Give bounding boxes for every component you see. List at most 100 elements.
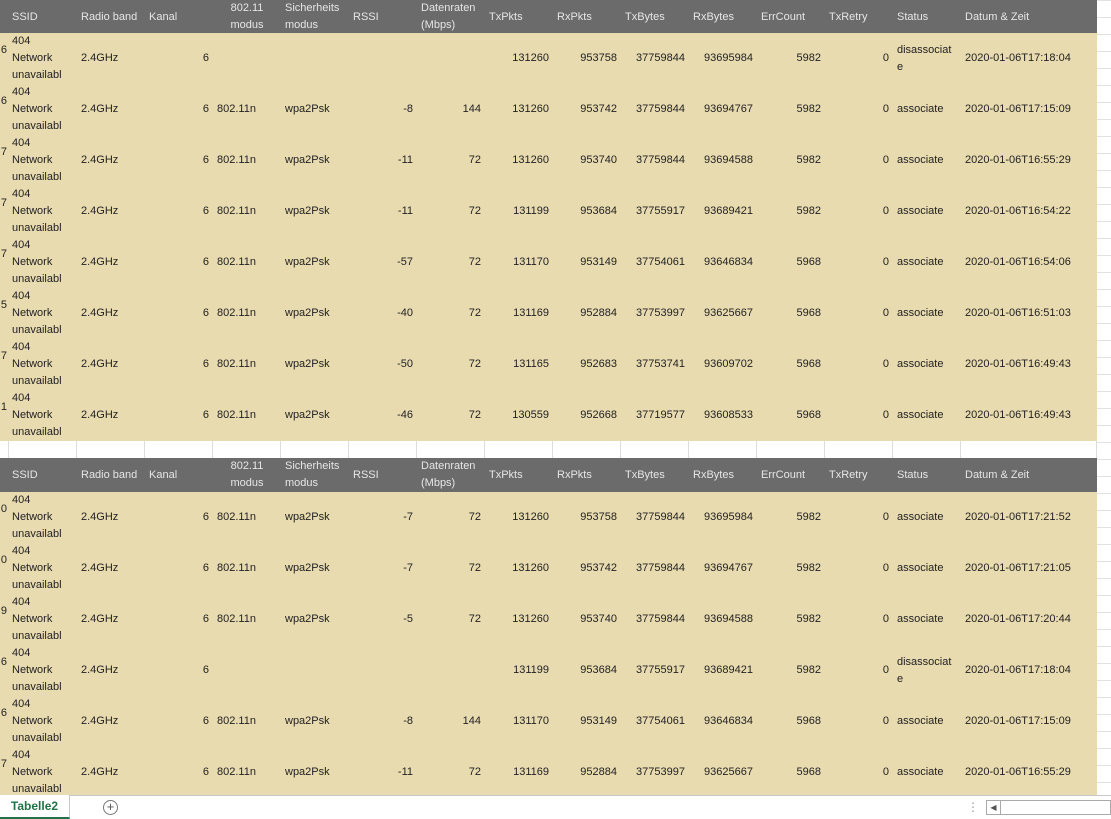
cell-txpkts[interactable]: 131260 [485,84,553,135]
cell-cut-off[interactable]: 6 [0,33,8,84]
cell-sicherheits-modus[interactable]: wpa2Psk [281,390,349,441]
column-header[interactable]: RxBytes [689,0,757,34]
cell-txpkts[interactable]: 131170 [485,696,553,747]
cell-rxbytes[interactable]: 93695984 [689,492,757,543]
cell-rxpkts[interactable]: 953149 [553,237,621,288]
ssid-cell[interactable]: 404 Network unavailabl [8,492,77,543]
cell-sicherheits-modus[interactable]: wpa2Psk [281,339,349,390]
cell-datum-zeit[interactable]: 2020-01-06T17:18:04 [961,645,1097,696]
cell-txpkts[interactable]: 131260 [485,135,553,186]
cell-sicherheits-modus[interactable]: wpa2Psk [281,492,349,543]
cell-txretry[interactable]: 0 [825,339,893,390]
cell-kanal[interactable]: 6 [145,594,213,645]
ssid-cell[interactable]: 404 Network unavailabl [8,696,77,747]
cell-sicherheits-modus[interactable]: wpa2Psk [281,135,349,186]
column-header[interactable]: ErrCount [757,0,825,34]
cell-radio-band[interactable]: 2.4GHz [77,84,145,135]
empty-cell[interactable] [893,441,961,458]
column-header[interactable]: RxBytes [689,458,757,492]
cell-datum-zeit[interactable]: 2020-01-06T17:15:09 [961,84,1097,135]
ssid-cell[interactable]: 404 Network unavailabl [8,288,77,339]
cell-rxbytes[interactable]: 93689421 [689,186,757,237]
cell-cut-off[interactable]: 0 [0,543,8,594]
cell-txpkts[interactable]: 131260 [485,543,553,594]
column-header[interactable]: Datenraten (Mbps) [417,458,485,492]
cell-rxpkts[interactable]: 953740 [553,594,621,645]
cell-rxpkts[interactable]: 952668 [553,390,621,441]
cell-txretry[interactable]: 0 [825,390,893,441]
cell-datum-zeit[interactable]: 2020-01-06T17:15:09 [961,696,1097,747]
cell-802-11-modus[interactable]: 802.11n [213,84,281,135]
cell-radio-band[interactable]: 2.4GHz [77,492,145,543]
cell-rxpkts[interactable]: 952884 [553,747,621,795]
column-header[interactable]: TxBytes [621,0,689,34]
column-header[interactable]: TxBytes [621,458,689,492]
cell-cut-off[interactable]: 5 [0,288,8,339]
column-header[interactable]: Datum & Zeit [961,458,1097,492]
cell-radio-band[interactable]: 2.4GHz [77,594,145,645]
cell-kanal[interactable]: 6 [145,186,213,237]
cell-datenraten-mbps-[interactable] [417,33,485,84]
column-header[interactable]: Datum & Zeit [961,0,1097,34]
cell-errcount[interactable]: 5982 [757,594,825,645]
cell-radio-band[interactable]: 2.4GHz [77,288,145,339]
cell-errcount[interactable]: 5982 [757,492,825,543]
column-header[interactable]: RxPkts [553,458,621,492]
cell-txpkts[interactable]: 131260 [485,33,553,84]
cell-kanal[interactable]: 6 [145,237,213,288]
cell-rxpkts[interactable]: 953684 [553,186,621,237]
cell-status[interactable]: disassociate [893,33,961,84]
cell-txretry[interactable]: 0 [825,135,893,186]
cell-kanal[interactable]: 6 [145,84,213,135]
cell-cut-off[interactable]: 9 [0,594,8,645]
cell-txbytes[interactable]: 37753741 [621,339,689,390]
ssid-cell[interactable]: 404 Network unavailabl [8,747,77,795]
cell-kanal[interactable]: 6 [145,645,213,696]
cell-802-11-modus[interactable]: 802.11n [213,135,281,186]
cell-rssi[interactable]: -11 [349,747,417,795]
cell-rxbytes[interactable]: 93695984 [689,33,757,84]
cell-errcount[interactable]: 5968 [757,390,825,441]
cell-cut-off[interactable]: 0 [0,492,8,543]
column-header[interactable]: 802.11 modus [213,458,281,492]
cell-sicherheits-modus[interactable]: wpa2Psk [281,747,349,795]
cell-rxbytes[interactable]: 93625667 [689,747,757,795]
cell-status[interactable]: associate [893,288,961,339]
cell-datenraten-mbps-[interactable]: 72 [417,135,485,186]
ssid-cell[interactable]: 404 Network unavailabl [8,84,77,135]
cell-rxpkts[interactable]: 952884 [553,288,621,339]
cell-802-11-modus[interactable] [213,33,281,84]
cell-rxbytes[interactable]: 93694588 [689,135,757,186]
cell-rxpkts[interactable]: 953758 [553,492,621,543]
cell-kanal[interactable]: 6 [145,339,213,390]
cell-sicherheits-modus[interactable]: wpa2Psk [281,84,349,135]
ssid-cell[interactable]: 404 Network unavailabl [8,594,77,645]
horizontal-scrollbar[interactable]: ◀ [986,800,1111,815]
cell-txretry[interactable]: 0 [825,543,893,594]
cell-rssi[interactable]: -40 [349,288,417,339]
cell-kanal[interactable]: 6 [145,390,213,441]
ssid-cell[interactable]: 404 Network unavailabl [8,390,77,441]
cell-radio-band[interactable]: 2.4GHz [77,645,145,696]
cell-datenraten-mbps-[interactable]: 144 [417,84,485,135]
cell-rxpkts[interactable]: 953740 [553,135,621,186]
ssid-cell[interactable]: 404 Network unavailabl [8,33,77,84]
cell-txbytes[interactable]: 37759844 [621,135,689,186]
cell-rxpkts[interactable]: 953684 [553,645,621,696]
cell-sicherheits-modus[interactable]: wpa2Psk [281,288,349,339]
cell-datum-zeit[interactable]: 2020-01-06T17:18:04 [961,33,1097,84]
column-header[interactable]: RSSI [349,0,417,34]
empty-cell[interactable] [281,441,349,458]
cell-802-11-modus[interactable]: 802.11n [213,339,281,390]
cell-rxbytes[interactable]: 93646834 [689,237,757,288]
cell-txbytes[interactable]: 37759844 [621,33,689,84]
cell-radio-band[interactable]: 2.4GHz [77,696,145,747]
cell-txbytes[interactable]: 37759844 [621,84,689,135]
cell-errcount[interactable]: 5968 [757,288,825,339]
cell-rssi[interactable]: -8 [349,84,417,135]
cell-txretry[interactable]: 0 [825,696,893,747]
cell-rxpkts[interactable]: 953742 [553,84,621,135]
column-header[interactable]: TxRetry [825,458,893,492]
cell-kanal[interactable]: 6 [145,135,213,186]
column-header[interactable]: SSID [8,0,77,34]
